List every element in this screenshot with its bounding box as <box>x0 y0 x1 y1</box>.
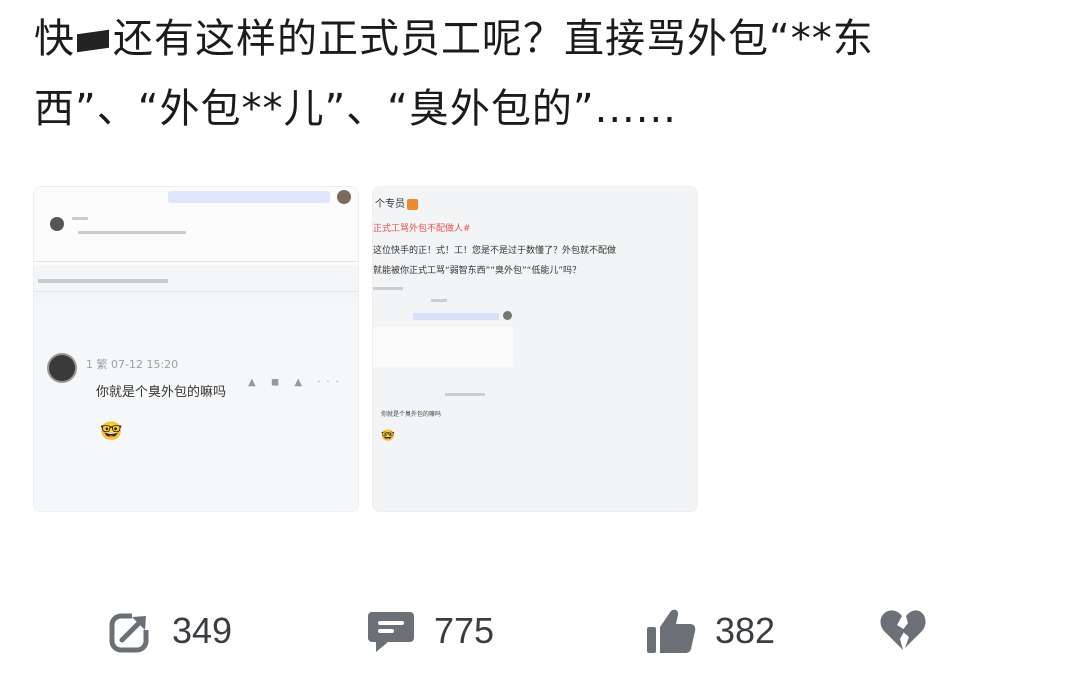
thumb1-line <box>72 217 88 220</box>
dislike-button[interactable] <box>878 606 928 656</box>
thumb2-chip-avatar <box>503 311 512 320</box>
thumb1-actions: ▲ ◼ ▲ ··· <box>248 377 345 388</box>
thumb1-chip-avatar <box>337 190 351 204</box>
thumb2-panel <box>373 327 513 367</box>
thumb1-separator <box>34 291 358 292</box>
thumb2-header: 个专员 <box>375 195 418 210</box>
thumb1-small-avatar <box>50 217 64 231</box>
thumb1-separator <box>34 261 358 262</box>
thumb1-comment-area <box>34 305 358 511</box>
comment-count: 775 <box>434 610 495 651</box>
thumb2-line <box>445 393 485 396</box>
thumb2-red-line: 正式工骂外包不配做人# <box>373 224 471 234</box>
thumb2-line <box>431 299 447 302</box>
image-thumbnail-2[interactable]: 个专员 正式工骂外包不配做人# 这位快手的正！式！工！您是不是过于数懂了？外包就… <box>372 186 698 512</box>
thumb1-comment: 你就是个臭外包的嘛吗 <box>96 385 227 400</box>
thumb1-chip <box>168 191 330 203</box>
thumb1-commenter-name: 1 繁 07-12 15:20 <box>86 358 179 371</box>
thumb2-comment: 你就是个臭外包的嘛吗 <box>381 411 442 418</box>
thumb2-body-line: 就能被你正式工骂“弱智东西”“臭外包”“低能儿”吗？ <box>373 266 581 276</box>
post-text: 快还有这样的正式员工呢？直接骂外包“**东西”、“外包**儿”、“臭外包的”..… <box>34 4 1034 144</box>
thumb1-emoji: 🤓 <box>100 421 123 442</box>
like-button[interactable]: 382 <box>645 606 775 656</box>
thumb2-line <box>373 287 403 290</box>
share-icon <box>108 608 154 654</box>
post-text-start: 快 <box>34 16 75 62</box>
like-count: 382 <box>715 610 776 651</box>
thumb2-header-text: 个专员 <box>375 199 405 210</box>
thumb1-avatar <box>47 353 77 383</box>
image-thumbnail-1[interactable]: 1 繁 07-12 15:20 你就是个臭外包的嘛吗 ▲ ◼ ▲ ··· 🤓 <box>33 186 359 512</box>
comment-button[interactable]: 775 <box>366 606 494 656</box>
comment-icon <box>366 608 416 654</box>
share-button[interactable]: 349 <box>108 606 232 656</box>
post-text-rest: 还有这样的正式员工呢？直接骂外包“**东西”、“外包**儿”、“臭外包的”...… <box>34 16 874 132</box>
thumb1-line <box>78 231 186 234</box>
redaction-mark <box>77 29 109 53</box>
thumbs-up-icon <box>645 607 697 655</box>
thumb2-emoji: 🤓 <box>381 429 395 442</box>
share-count: 349 <box>172 610 233 651</box>
broken-heart-icon <box>878 608 928 654</box>
thumb2-body: 这位快手的正！式！工！您是不是过于数懂了？外包就不配做 就能被你正式工骂“弱智东… <box>373 241 697 281</box>
badge-icon <box>407 198 418 210</box>
thumb1-date <box>38 279 168 283</box>
thumb2-chip <box>413 313 499 320</box>
thumb2-body-line: 这位快手的正！式！工！您是不是过于数懂了？外包就不配做 <box>373 246 617 256</box>
